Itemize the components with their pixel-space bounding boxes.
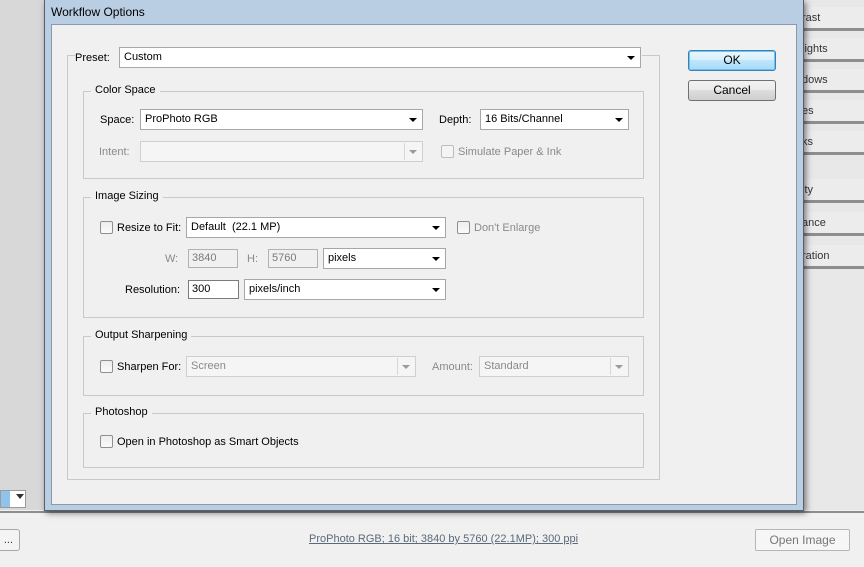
- preset-select[interactable]: Custom: [119, 47, 641, 68]
- width-field[interactable]: 3840: [188, 249, 238, 268]
- chevron-down-icon: [16, 494, 24, 499]
- resolution-units-value: pixels/inch: [249, 283, 301, 295]
- select-separator: [404, 143, 405, 160]
- simulate-paper-checkbox[interactable]: [441, 145, 454, 158]
- background-dropdown[interactable]: [0, 490, 26, 508]
- preset-frame-top-right: [642, 55, 660, 56]
- chevron-down-icon: [409, 118, 417, 122]
- save-image-button[interactable]: ...: [0, 529, 20, 551]
- dialog-title: Workflow Options: [51, 5, 145, 19]
- status-bar-divider: [0, 511, 864, 513]
- resolution-units-select[interactable]: pixels/inch: [244, 279, 446, 300]
- resolution-field[interactable]: 300: [188, 280, 239, 299]
- space-label: Space:: [100, 114, 135, 126]
- height-label: H:: [247, 253, 258, 265]
- resize-to-fit-value: Default (22.1 MP): [191, 221, 281, 233]
- sharpen-for-checkbox[interactable]: [100, 360, 113, 373]
- depth-select-value: 16 Bits/Channel: [485, 113, 563, 125]
- resolution-label: Resolution:: [125, 284, 181, 296]
- sharpen-for-select[interactable]: Screen: [186, 356, 416, 377]
- background-left-pane: [0, 0, 50, 510]
- photoshop-legend: Photoshop: [91, 406, 152, 418]
- chevron-down-icon: [402, 365, 410, 369]
- sharpen-for-value: Screen: [191, 360, 226, 372]
- amount-value: Standard: [484, 360, 529, 372]
- smart-objects-checkbox[interactable]: [100, 435, 113, 448]
- chevron-down-icon: [627, 56, 635, 60]
- workflow-options-dialog: Workflow Options Preset: Custom OK Cance…: [44, 0, 804, 511]
- open-image-button[interactable]: Open Image: [755, 529, 850, 551]
- width-label: W:: [165, 253, 179, 265]
- workflow-options-link[interactable]: ProPhoto RGB; 16 bit; 3840 by 5760 (22.1…: [309, 533, 578, 545]
- chevron-down-icon: [432, 257, 440, 261]
- output-sharpening-legend: Output Sharpening: [91, 329, 192, 341]
- select-separator: [397, 358, 398, 375]
- simulate-paper-label: Simulate Paper & Ink: [458, 146, 562, 158]
- select-separator: [610, 358, 611, 375]
- chevron-down-icon: [615, 118, 623, 122]
- amount-label: Amount:: [432, 361, 473, 373]
- image-sizing-legend: Image Sizing: [91, 190, 163, 202]
- dialog-titlebar[interactable]: Workflow Options: [45, 0, 803, 24]
- chevron-down-icon: [432, 226, 440, 230]
- dropdown-selection-highlight: [1, 491, 10, 507]
- sharpen-for-label: Sharpen For:: [117, 361, 182, 373]
- space-select-value: ProPhoto RGB: [145, 113, 218, 125]
- depth-label: Depth:: [439, 114, 472, 126]
- preset-select-value: Custom: [124, 51, 162, 63]
- ok-button[interactable]: OK: [688, 50, 776, 71]
- resize-to-fit-select[interactable]: Default (22.1 MP): [186, 217, 446, 238]
- smart-objects-label: Open in Photoshop as Smart Objects: [117, 436, 299, 448]
- preset-frame-top-left: [67, 55, 75, 56]
- size-units-value: pixels: [328, 252, 357, 264]
- dont-enlarge-checkbox[interactable]: [457, 221, 470, 234]
- dont-enlarge-label: Don't Enlarge: [474, 222, 541, 234]
- amount-select[interactable]: Standard: [479, 356, 629, 377]
- chevron-down-icon: [409, 150, 417, 154]
- chevron-down-icon: [432, 288, 440, 292]
- size-units-select[interactable]: pixels: [323, 248, 446, 269]
- intent-select[interactable]: [140, 141, 423, 162]
- space-select[interactable]: ProPhoto RGB: [140, 109, 423, 130]
- depth-select[interactable]: 16 Bits/Channel: [480, 109, 629, 130]
- preset-label: Preset:: [72, 52, 113, 64]
- resize-to-fit-checkbox[interactable]: [100, 221, 113, 234]
- color-space-group: Color Space: [83, 84, 644, 179]
- dialog-body: Preset: Custom OK Cancel Color Space Spa…: [51, 24, 797, 505]
- intent-label: Intent:: [99, 146, 130, 158]
- color-space-legend: Color Space: [91, 84, 160, 96]
- resize-to-fit-label: Resize to Fit:: [117, 222, 182, 234]
- height-field[interactable]: 5760: [268, 249, 318, 268]
- cancel-button[interactable]: Cancel: [688, 80, 776, 101]
- chevron-down-icon: [615, 365, 623, 369]
